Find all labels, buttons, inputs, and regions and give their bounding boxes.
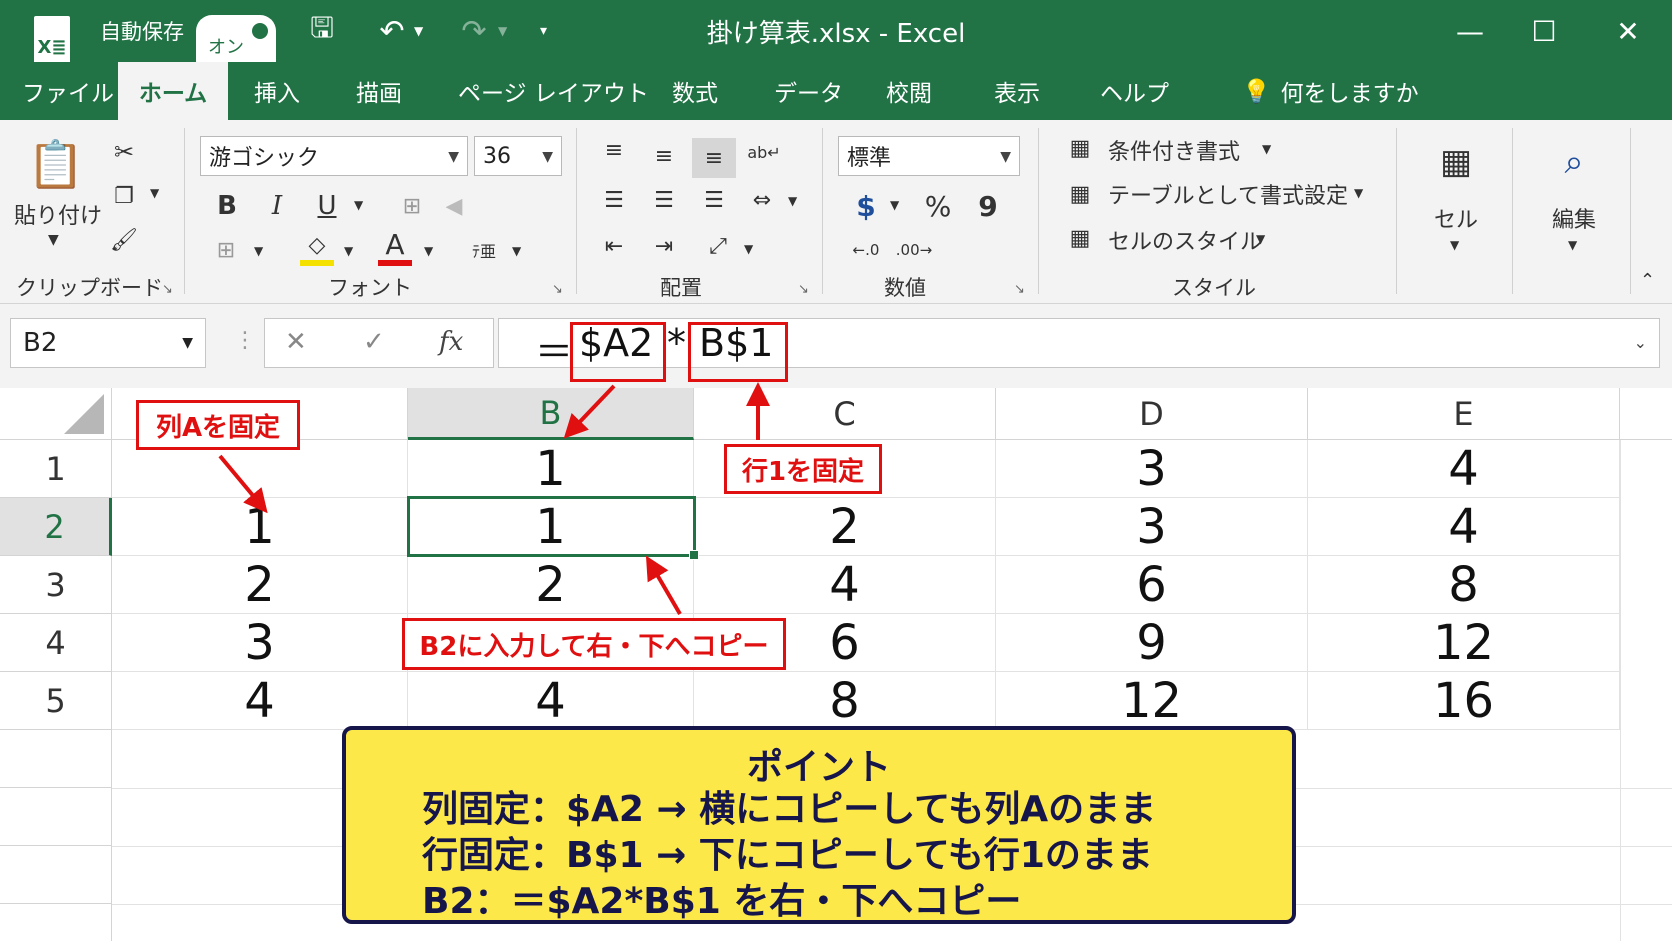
arrow-to-a2 xyxy=(218,454,268,514)
point-line-2: 行固定：B$1 → 下にコピーしても行1のまま xyxy=(422,835,1153,876)
arrow-to-b2 xyxy=(563,384,616,439)
point-note: ポイント 列固定：$A2 → 横にコピーしても列Aのまま 行固定：B$1 → 下… xyxy=(342,726,1296,924)
point-line-1: 列固定：$A2 → 横にコピーしても列Aのまま xyxy=(422,789,1157,830)
point-line-3: B2：＝$A2*B$1 を右・下へコピー xyxy=(422,881,1022,922)
arrow-from-copy-hint xyxy=(645,555,682,616)
